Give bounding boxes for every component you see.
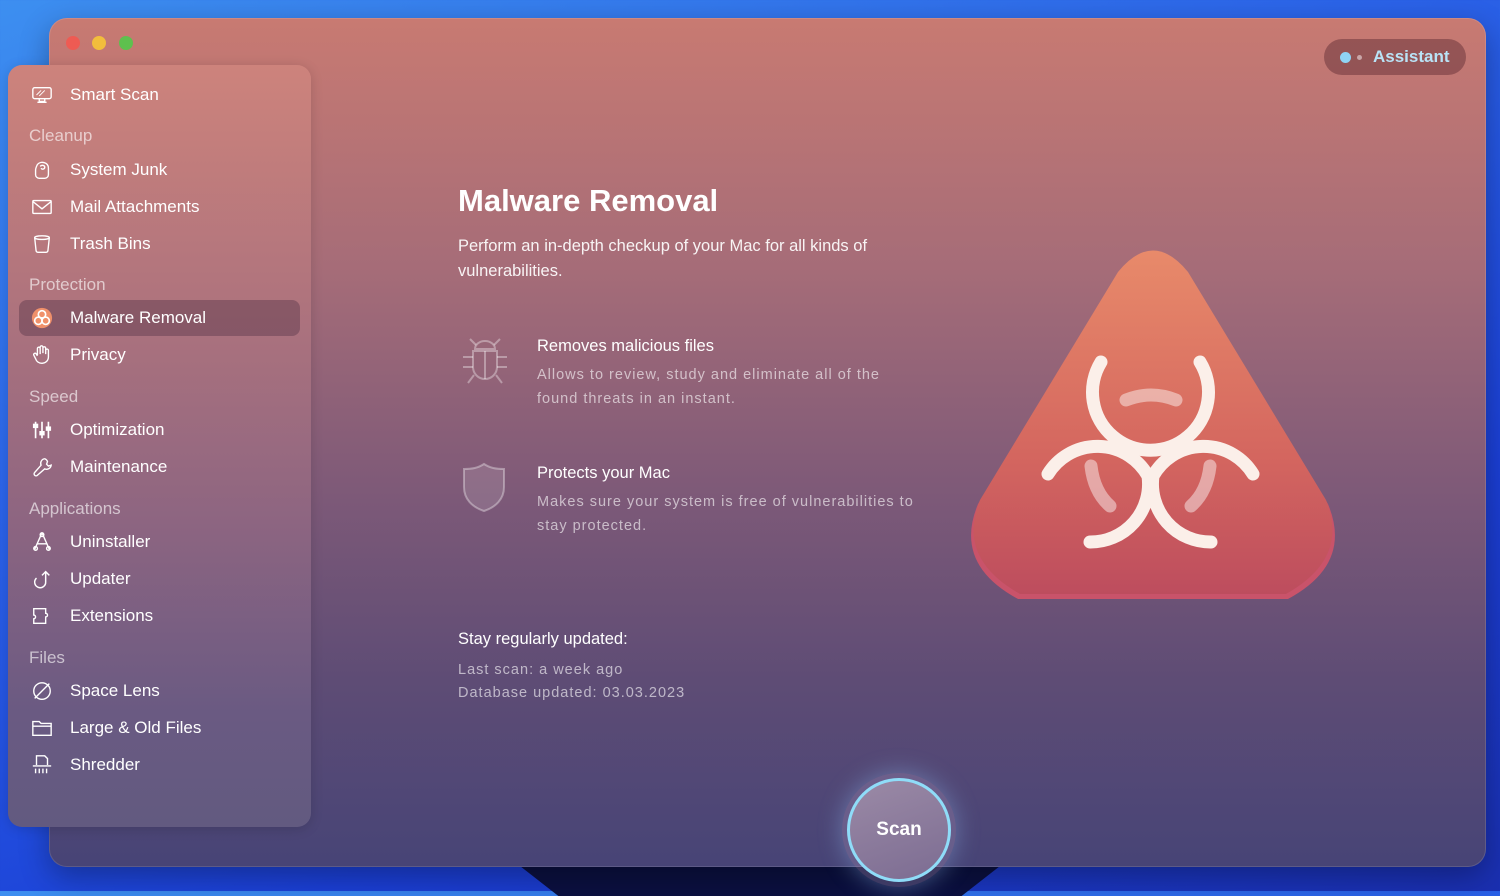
last-scan-text: Last scan: a week ago: [458, 662, 624, 678]
biohazard-icon: [30, 306, 54, 330]
section-title-protection: Protection: [29, 275, 106, 294]
feature-title: Removes malicious files: [537, 337, 714, 355]
sidebar-item-privacy[interactable]: Privacy: [19, 337, 300, 373]
shredder-icon: [30, 753, 54, 777]
sidebar-item-label: Maintenance: [70, 457, 168, 476]
update-title: Stay regularly updated:: [458, 630, 628, 648]
sidebar-item-malware-removal[interactable]: Malware Removal: [19, 300, 300, 336]
update-arrow-icon: [30, 567, 54, 591]
sidebar-item-label: Smart Scan: [70, 85, 159, 104]
planet-icon: [30, 679, 54, 703]
sidebar-item-label: Malware Removal: [70, 308, 207, 327]
sidebar-item-maintenance[interactable]: Maintenance: [19, 449, 300, 485]
section-title-files: Files: [29, 648, 65, 667]
assistant-button[interactable]: Assistant: [1324, 39, 1466, 75]
sidebar-item-label: Updater: [70, 569, 131, 588]
sliders-icon: [30, 418, 54, 442]
sidebar-item-uninstaller[interactable]: Uninstaller: [19, 524, 300, 560]
sidebar-item-label: Privacy: [70, 345, 126, 364]
sidebar-item-label: Mail Attachments: [70, 197, 200, 216]
sidebar-item-label: Trash Bins: [70, 234, 151, 253]
uninstaller-icon: [30, 530, 54, 554]
sidebar-item-label: Extensions: [70, 606, 154, 625]
sidebar-item-shredder[interactable]: Shredder: [19, 747, 300, 783]
page-subtitle: Perform an in-depth checkup of your Mac …: [458, 237, 868, 280]
database-updated-text: Database updated: 03.03.2023: [458, 685, 686, 701]
sidebar-item-label: Uninstaller: [70, 532, 151, 551]
section-title-cleanup: Cleanup: [29, 126, 93, 145]
assistant-small-dot-icon: [1357, 54, 1362, 60]
section-title-applications: Applications: [29, 499, 121, 518]
sidebar-item-label: Shredder: [70, 755, 140, 774]
sidebar-item-large-old-files[interactable]: Large & Old Files: [19, 710, 300, 746]
sidebar-item-optimization[interactable]: Optimization: [19, 412, 300, 448]
sidebar-item-mail-attachments[interactable]: Mail Attachments: [19, 189, 300, 225]
page-title: Malware Removal: [458, 183, 719, 218]
assistant-label: Assistant: [1373, 47, 1450, 66]
sidebar-item-extensions[interactable]: Extensions: [19, 598, 300, 634]
biohazard-warning-icon: [958, 244, 1348, 606]
bug-icon: [460, 335, 510, 387]
feature-title: Protects your Mac: [537, 464, 670, 482]
sidebar-item-system-junk[interactable]: System Junk: [19, 152, 300, 188]
junk-icon: [30, 158, 54, 182]
shield-icon: [460, 462, 510, 514]
monitor-icon: [30, 83, 54, 107]
assistant-dot-icon: [1340, 51, 1351, 63]
scan-button[interactable]: Scan: [847, 778, 951, 882]
sidebar-item-label: Space Lens: [70, 681, 160, 700]
sidebar-item-space-lens[interactable]: Space Lens: [19, 673, 300, 709]
sidebar-item-trash-bins[interactable]: Trash Bins: [19, 226, 300, 262]
close-window-button[interactable]: [66, 36, 80, 50]
sidebar-item-label: System Junk: [70, 160, 168, 179]
sidebar: Smart Scan Cleanup System Junk Mail Atta…: [8, 65, 311, 827]
maximize-window-button[interactable]: [119, 36, 133, 50]
puzzle-icon: [30, 604, 54, 628]
wrench-icon: [30, 455, 54, 479]
scan-button-halo: Scan: [842, 773, 956, 887]
sidebar-item-smart-scan[interactable]: Smart Scan: [19, 77, 300, 113]
sidebar-item-label: Optimization: [70, 420, 165, 439]
minimize-window-button[interactable]: [92, 36, 106, 50]
mail-icon: [30, 195, 54, 219]
folder-icon: [30, 716, 54, 740]
hand-icon: [30, 343, 54, 367]
sidebar-item-updater[interactable]: Updater: [19, 561, 300, 597]
trash-icon: [30, 232, 54, 256]
feature-description: Makes sure your system is free of vulner…: [537, 494, 914, 534]
section-title-speed: Speed: [29, 387, 79, 406]
feature-description: Allows to review, study and eliminate al…: [537, 367, 880, 407]
sidebar-item-label: Large & Old Files: [70, 718, 202, 737]
